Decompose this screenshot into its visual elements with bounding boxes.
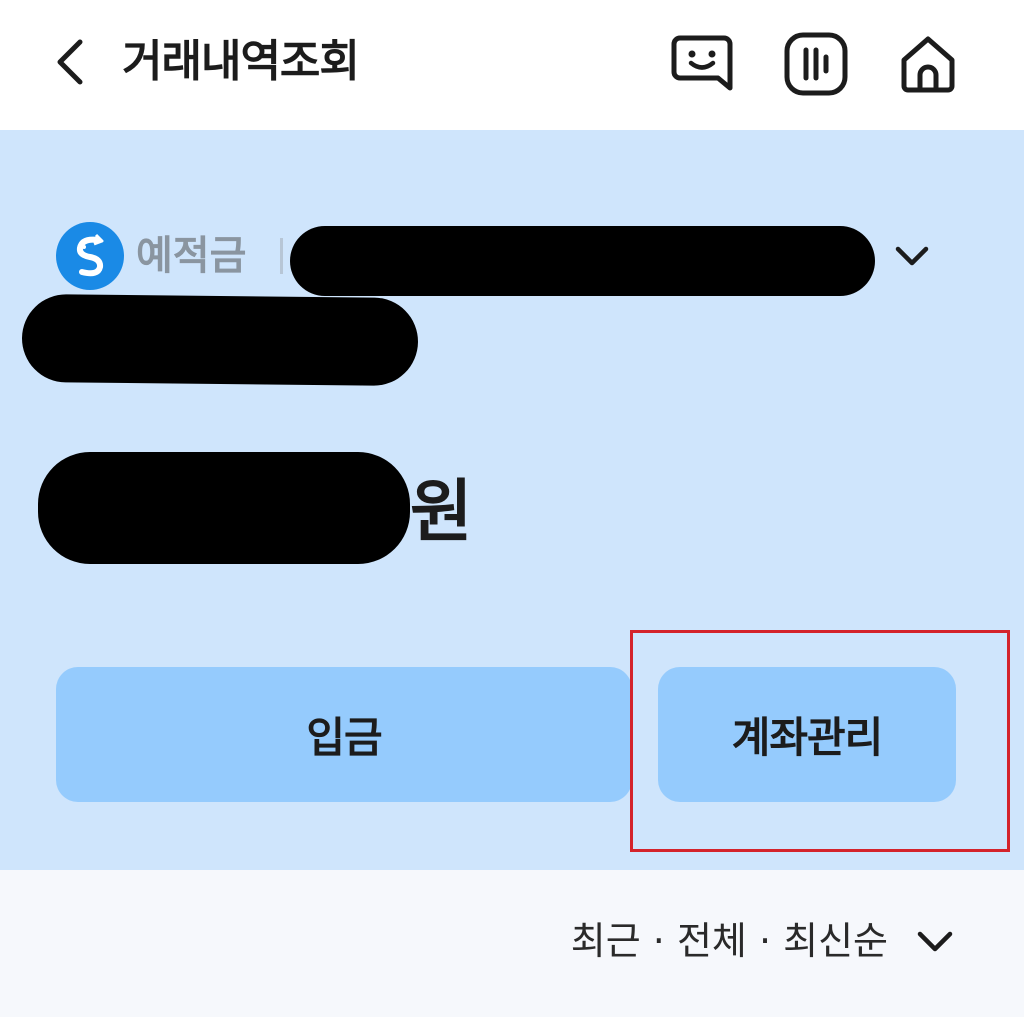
chat-button[interactable] — [668, 30, 736, 98]
chevron-left-icon — [57, 39, 83, 85]
redacted-balance — [38, 452, 410, 564]
redacted-account-number — [290, 226, 875, 296]
filter-selector[interactable]: 최근 · 전체 · 최신순 — [571, 912, 888, 970]
account-management-button[interactable]: 계좌관리 — [658, 667, 956, 802]
redacted-account-name — [21, 293, 419, 387]
home-button[interactable] — [894, 30, 962, 98]
account-dropdown-button[interactable] — [888, 234, 936, 278]
menu-icon — [784, 32, 848, 96]
filter-dropdown-button[interactable] — [912, 922, 958, 962]
back-button[interactable] — [46, 34, 98, 90]
chat-icon — [671, 35, 733, 91]
divider — [280, 238, 283, 274]
deposit-button[interactable]: 입금 — [56, 667, 632, 802]
account-type-label: 예적금 — [136, 233, 247, 279]
bank-logo-icon — [56, 222, 124, 290]
page-title: 거래내역조회 — [122, 36, 360, 87]
currency-unit: 원 — [410, 473, 473, 552]
chevron-down-icon — [917, 931, 953, 952]
menu-button[interactable] — [782, 30, 850, 98]
home-icon — [901, 36, 955, 93]
top-header: 거래내역조회 — [0, 0, 1024, 130]
chevron-down-icon — [895, 246, 929, 266]
